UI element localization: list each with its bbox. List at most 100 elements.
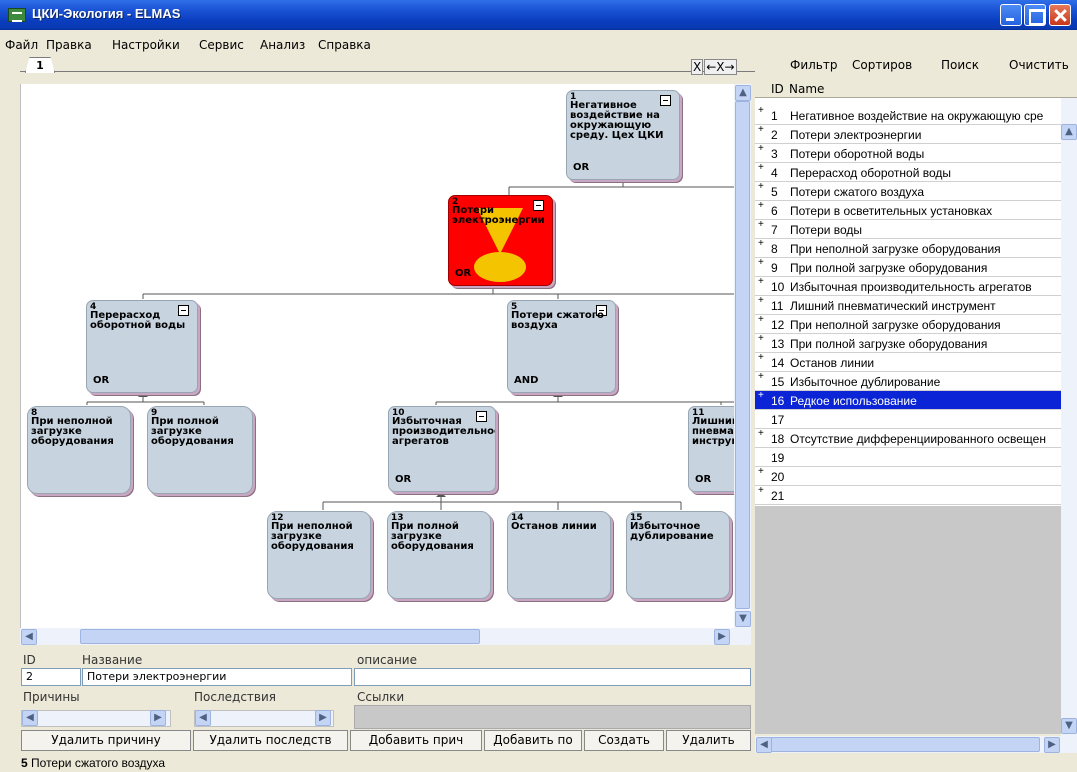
- tree-canvas[interactable]: 1 Негативное воздействие на окружающую с…: [20, 84, 734, 628]
- expand-button[interactable]: ←X→: [704, 59, 737, 75]
- expand-plus-icon[interactable]: +: [758, 334, 764, 344]
- grid-row[interactable]: +7 Потери воды: [755, 220, 1061, 239]
- links-box[interactable]: [354, 705, 751, 729]
- grid-row[interactable]: +4 Перерасход оборотной воды: [755, 163, 1061, 182]
- scroll-left-icon[interactable]: ◀: [195, 710, 211, 726]
- delete-button[interactable]: Удалить: [666, 730, 751, 751]
- grid-row[interactable]: +2 Потери электроэнергии: [755, 125, 1061, 144]
- menu-service[interactable]: Сервис: [199, 38, 244, 52]
- tab-1[interactable]: 1: [25, 57, 55, 73]
- expand-plus-icon[interactable]: +: [758, 467, 764, 477]
- expand-plus-icon[interactable]: +: [758, 391, 764, 401]
- collapse-icon[interactable]: [178, 305, 189, 316]
- expand-plus-icon[interactable]: +: [758, 296, 764, 306]
- menu-settings[interactable]: Настройки: [112, 38, 180, 52]
- collapse-icon[interactable]: [476, 411, 487, 422]
- grid-row[interactable]: +20: [755, 467, 1061, 486]
- column-id-header[interactable]: ID: [771, 82, 784, 96]
- menu-file[interactable]: Файл: [5, 38, 38, 52]
- scroll-left-icon[interactable]: ◀: [22, 710, 38, 726]
- scroll-right-icon[interactable]: ▶: [1044, 737, 1060, 753]
- menu-analysis[interactable]: Анализ: [260, 38, 305, 52]
- expand-plus-icon[interactable]: +: [758, 182, 764, 192]
- grid-row[interactable]: +6 Потери в осветительных установках: [755, 201, 1061, 220]
- expand-plus-icon[interactable]: +: [758, 144, 764, 154]
- menu-edit[interactable]: Правка: [46, 38, 92, 52]
- tree-node-4[interactable]: 4 Перерасход оборотной воды OR: [86, 300, 198, 393]
- grid-row[interactable]: +12 При неполной загрузке оборудования: [755, 315, 1061, 334]
- description-field[interactable]: [354, 668, 751, 686]
- expand-plus-icon[interactable]: +: [758, 258, 764, 268]
- grid-row[interactable]: +8 При неполной загрузке оборудования: [755, 239, 1061, 258]
- close-button[interactable]: [1049, 4, 1071, 26]
- expand-plus-icon[interactable]: +: [758, 372, 764, 382]
- scroll-left-icon[interactable]: ◀: [756, 737, 772, 753]
- scroll-left-icon[interactable]: ◀: [21, 629, 37, 645]
- expand-plus-icon[interactable]: +: [758, 106, 764, 116]
- tree-node-10[interactable]: 10 Избыточная производительность агрегат…: [388, 406, 496, 492]
- grid-row[interactable]: +10 Избыточная производительность агрегат…: [755, 277, 1061, 296]
- grid-row[interactable]: +11 Лишний пневматический инструмент: [755, 296, 1061, 315]
- causes-scrollbar[interactable]: [21, 710, 171, 727]
- column-name-header[interactable]: Name: [789, 82, 824, 96]
- expand-plus-icon[interactable]: +: [758, 486, 764, 496]
- scroll-right-icon[interactable]: ▶: [714, 629, 730, 645]
- maximize-button[interactable]: [1024, 4, 1046, 26]
- canvas-horizontal-scroll-thumb[interactable]: [80, 629, 480, 644]
- expand-plus-icon[interactable]: +: [758, 277, 764, 287]
- create-button[interactable]: Создать: [584, 730, 664, 751]
- expand-plus-icon[interactable]: +: [758, 125, 764, 135]
- add-effect-button[interactable]: Добавить по: [484, 730, 582, 751]
- scroll-down-icon[interactable]: ▼: [735, 611, 751, 627]
- tree-node-11[interactable]: 11 Лишний пневматический инструмент OR: [688, 406, 734, 492]
- grid-row[interactable]: +16 Редкое использование: [755, 391, 1061, 410]
- grid-row[interactable]: 17: [755, 410, 1061, 429]
- tree-node-14[interactable]: 14 Останов линии: [507, 511, 611, 599]
- grid-row[interactable]: +1 Негативное воздействие на окружающую с…: [755, 106, 1061, 125]
- grid-horizontal-scroll-thumb[interactable]: [770, 737, 1040, 752]
- grid-row[interactable]: +9 При полной загрузке оборудования: [755, 258, 1061, 277]
- expand-plus-icon[interactable]: +: [758, 239, 764, 249]
- delete-cause-button[interactable]: Удалить причину: [21, 730, 191, 751]
- tree-node-15[interactable]: 15 Избыточное дублирование: [626, 511, 730, 599]
- expand-plus-icon[interactable]: +: [758, 429, 764, 439]
- scroll-right-icon[interactable]: ▶: [315, 710, 331, 726]
- menu-help[interactable]: Справка: [318, 38, 371, 52]
- grid-row[interactable]: 19: [755, 448, 1061, 467]
- delete-effect-button[interactable]: Удалить последств: [193, 730, 348, 751]
- grid-row[interactable]: +3 Потери оборотной воды: [755, 144, 1061, 163]
- expand-plus-icon[interactable]: +: [758, 220, 764, 230]
- tree-node-12[interactable]: 12 При неполной загрузке оборудования: [267, 511, 371, 599]
- scroll-down-icon[interactable]: ▼: [1061, 718, 1077, 734]
- collapse-icon[interactable]: [660, 95, 671, 106]
- scroll-up-icon[interactable]: ▲: [1061, 124, 1077, 140]
- clear-button[interactable]: Очистить: [1009, 58, 1069, 72]
- tree-node-9[interactable]: 9 При полной загрузке оборудования: [147, 406, 253, 494]
- tree-node-5[interactable]: 5 Потери сжатого воздуха AND: [507, 300, 616, 393]
- grid-row[interactable]: +18 Отсутствие дифференциированного освещ…: [755, 429, 1061, 448]
- grid-row[interactable]: +21: [755, 486, 1061, 505]
- filter-button[interactable]: Фильтр: [790, 58, 837, 72]
- name-field[interactable]: Потери электроэнергии: [82, 668, 352, 686]
- expand-plus-icon[interactable]: +: [758, 201, 764, 211]
- expand-plus-icon[interactable]: +: [758, 353, 764, 363]
- scroll-up-icon[interactable]: ▲: [735, 85, 751, 101]
- canvas-vertical-scroll-thumb[interactable]: [735, 101, 750, 609]
- tree-node-13[interactable]: 13 При полной загрузке оборудования: [387, 511, 491, 599]
- sort-button[interactable]: Сортиров: [852, 58, 912, 72]
- scroll-right-icon[interactable]: ▶: [150, 710, 166, 726]
- remove-node-button[interactable]: X: [691, 59, 704, 75]
- grid-row[interactable]: +14 Останов линии: [755, 353, 1061, 372]
- expand-plus-icon[interactable]: +: [758, 163, 764, 173]
- tree-node-2[interactable]: 2 Потери электроэнергии OR: [448, 195, 553, 286]
- grid-vertical-scrollbar[interactable]: [1061, 98, 1077, 756]
- search-button[interactable]: Поиск: [941, 58, 979, 72]
- tree-node-8[interactable]: 8 При неполной загрузке оборудования: [27, 406, 131, 494]
- effects-scrollbar[interactable]: [194, 710, 334, 727]
- expand-plus-icon[interactable]: +: [758, 315, 764, 325]
- tree-node-1[interactable]: 1 Негативное воздействие на окружающую с…: [566, 90, 680, 180]
- grid-row[interactable]: +13 При полной загрузке оборудования: [755, 334, 1061, 353]
- add-cause-button[interactable]: Добавить прич: [350, 730, 482, 751]
- grid-row[interactable]: +5 Потери сжатого воздуха: [755, 182, 1061, 201]
- id-field[interactable]: 2: [21, 668, 81, 686]
